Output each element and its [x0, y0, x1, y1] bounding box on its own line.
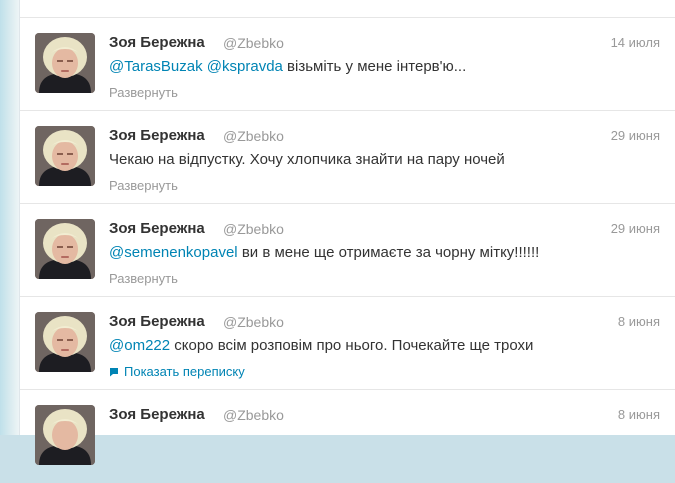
tweet[interactable]: Зоя Бережна @Zbebko 29 июня @semenenkopa…: [20, 204, 675, 297]
previous-tweet-stub: [20, 0, 675, 18]
author-handle[interactable]: @Zbebko: [223, 314, 284, 330]
tweet[interactable]: Зоя Бережна @Zbebko 8 июня @om222 скоро …: [20, 297, 675, 390]
tweet-body: ви в мене ще отримаєте за чорну мітку!!!…: [241, 244, 540, 261]
author-name[interactable]: Зоя Бережна: [109, 313, 205, 330]
tweet-date[interactable]: 29 июня: [611, 221, 660, 236]
avatar[interactable]: [35, 33, 95, 93]
avatar[interactable]: [35, 219, 95, 279]
show-conversation-link[interactable]: Показать переписку: [109, 364, 245, 379]
tweet[interactable]: Зоя Бережна @Zbebko 8 июня: [20, 390, 675, 483]
avatar[interactable]: [35, 126, 95, 186]
tweet-body: візьміть у мене інтерв'ю...: [287, 58, 467, 75]
tweet-date[interactable]: 14 июля: [611, 35, 660, 50]
author-handle[interactable]: @Zbebko: [223, 221, 284, 237]
avatar[interactable]: [35, 405, 95, 465]
author-name[interactable]: Зоя Бережна: [109, 127, 205, 144]
avatar[interactable]: [35, 312, 95, 372]
expand-link[interactable]: Развернуть: [109, 85, 178, 100]
tweet-date[interactable]: 8 июня: [618, 407, 660, 422]
conversation-bubble-icon: [110, 368, 118, 377]
show-conversation-label[interactable]: Показать переписку: [124, 364, 245, 379]
mention-link[interactable]: @semenenkopavel: [109, 244, 238, 261]
tweet-text: @TarasBuzak @kspravda візьміть у мене ін…: [109, 58, 466, 75]
author-name[interactable]: Зоя Бережна: [109, 220, 205, 237]
author-handle[interactable]: @Zbebko: [223, 128, 284, 144]
tweet-text: @semenenkopavel ви в мене ще отримаєте з…: [109, 244, 539, 261]
author-handle[interactable]: @Zbebko: [223, 35, 284, 51]
tweet-date[interactable]: 29 июня: [611, 128, 660, 143]
tweet-text: Чекаю на відпустку. Хочу хлопчика знайти…: [109, 151, 505, 168]
author-handle[interactable]: @Zbebko: [223, 407, 284, 423]
mention-link[interactable]: @om222: [109, 337, 170, 354]
mention-link[interactable]: @kspravda: [207, 58, 283, 75]
page-background: [0, 0, 19, 435]
author-name[interactable]: Зоя Бережна: [109, 406, 205, 423]
tweet-date[interactable]: 8 июня: [618, 314, 660, 329]
tweet[interactable]: Зоя Бережна @Zbebko 14 июля @TarasBuzak …: [20, 18, 675, 111]
tweet[interactable]: Зоя Бережна @Zbebko 29 июня Чекаю на від…: [20, 111, 675, 204]
expand-link[interactable]: Развернуть: [109, 271, 178, 286]
expand-link[interactable]: Развернуть: [109, 178, 178, 193]
mention-link[interactable]: @TarasBuzak: [109, 58, 203, 75]
tweet-text: @om222 скоро всім розповім про нього. По…: [109, 337, 533, 354]
tweet-body: скоро всім розповім про нього. Почекайте…: [174, 337, 534, 354]
tweet-timeline: Зоя Бережна @Zbebko 14 июля @TarasBuzak …: [19, 0, 675, 465]
author-name[interactable]: Зоя Бережна: [109, 34, 205, 51]
